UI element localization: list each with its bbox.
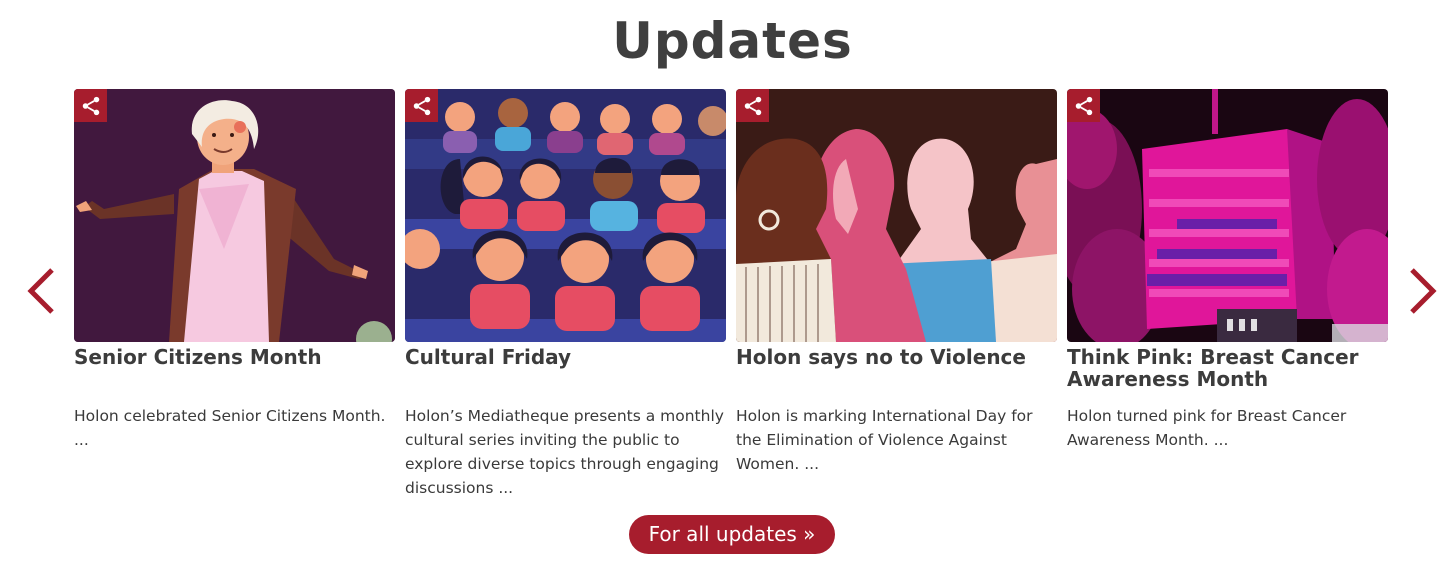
pink-building-photo bbox=[1067, 89, 1388, 342]
share-button[interactable] bbox=[736, 89, 769, 122]
carousel-prev-button[interactable] bbox=[24, 266, 58, 316]
update-card: Cultural Friday Holon’s Mediatheque pres… bbox=[405, 89, 726, 500]
share-icon bbox=[82, 96, 99, 115]
card-title[interactable]: Cultural Friday bbox=[405, 346, 726, 398]
update-card: Holon says no to Violence Holon is marki… bbox=[736, 89, 1057, 476]
chevron-left-icon bbox=[27, 268, 54, 314]
card-title[interactable]: Think Pink: Breast Cancer Awareness Mont… bbox=[1067, 346, 1388, 398]
card-excerpt: Holon turned pink for Breast Cancer Awar… bbox=[1067, 407, 1347, 449]
update-card: Senior Citizens Month Holon celebrated S… bbox=[74, 89, 395, 452]
audience-illustration bbox=[405, 89, 726, 342]
section-title: Updates bbox=[612, 12, 853, 70]
card-image[interactable] bbox=[736, 89, 1057, 342]
card-excerpt: Holon’s Mediatheque presents a monthly c… bbox=[405, 407, 724, 497]
card-excerpt: Holon is marking International Day for t… bbox=[736, 407, 1033, 473]
share-icon bbox=[413, 96, 430, 115]
card-title[interactable]: Senior Citizens Month bbox=[74, 346, 395, 398]
share-button[interactable] bbox=[405, 89, 438, 122]
share-button[interactable] bbox=[74, 89, 107, 122]
update-card: Think Pink: Breast Cancer Awareness Mont… bbox=[1067, 89, 1388, 452]
share-icon bbox=[744, 96, 761, 115]
share-button[interactable] bbox=[1067, 89, 1100, 122]
share-icon bbox=[1075, 96, 1092, 115]
card-image[interactable] bbox=[1067, 89, 1388, 342]
card-image[interactable] bbox=[74, 89, 395, 342]
all-updates-button[interactable]: For all updates » bbox=[629, 515, 835, 554]
card-image[interactable] bbox=[405, 89, 726, 342]
senior-woman-illustration bbox=[74, 89, 395, 342]
women-silhouettes-illustration bbox=[736, 89, 1057, 342]
card-title[interactable]: Holon says no to Violence bbox=[736, 346, 1057, 398]
chevron-right-icon bbox=[1410, 268, 1437, 314]
card-excerpt: Holon celebrated Senior Citizens Month. … bbox=[74, 407, 386, 449]
carousel-next-button[interactable] bbox=[1406, 266, 1440, 316]
